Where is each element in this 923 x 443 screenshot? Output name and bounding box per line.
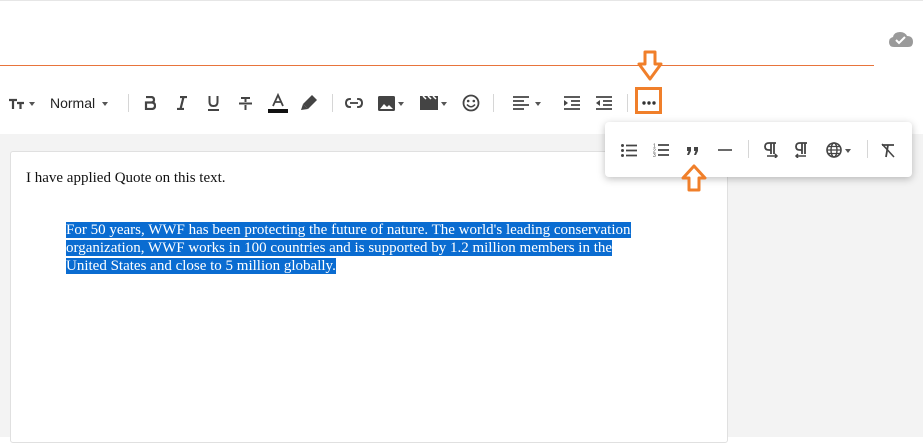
highlight-button[interactable] [300, 92, 318, 114]
outdent-icon [596, 96, 612, 110]
ltr-button[interactable] [763, 140, 779, 160]
underline-button[interactable] [207, 92, 220, 114]
blockquote[interactable]: For 50 years, WWF has been protecting th… [66, 221, 686, 275]
paragraph-text[interactable]: I have applied Quote on this text. [26, 170, 226, 187]
title-underline [0, 65, 874, 66]
svg-text:3: 3 [653, 153, 656, 157]
toolbar-separator [128, 94, 129, 112]
video-icon [420, 96, 438, 110]
chevron-down-icon [845, 149, 851, 153]
quote-icon [687, 147, 698, 155]
indent-button[interactable] [564, 92, 580, 114]
strikethrough-icon [239, 96, 252, 110]
italic-button[interactable] [176, 92, 188, 114]
editor-toolbar: Normal [0, 82, 923, 124]
top-border [0, 0, 923, 1]
numbered-list-button[interactable]: 1 2 3 [653, 140, 669, 160]
globe-icon [826, 142, 842, 158]
emoji-icon [462, 94, 480, 112]
link-icon [345, 98, 363, 108]
toolbar-separator [627, 94, 628, 112]
horizontal-line-button[interactable] [718, 140, 732, 160]
quote-button[interactable] [686, 140, 700, 160]
align-button[interactable] [513, 92, 541, 114]
horizontal-line-icon [718, 149, 732, 151]
rtl-button[interactable] [794, 140, 810, 160]
outdent-button[interactable] [596, 92, 612, 114]
video-button[interactable] [420, 92, 447, 114]
text-size-icon [9, 98, 24, 109]
toolbar-separator [332, 94, 333, 112]
quote-line: organization, WWF works in 100 countries… [66, 240, 613, 256]
paragraph-rtl-icon [794, 142, 807, 158]
bulleted-list-icon [621, 143, 637, 157]
underline-icon [208, 96, 219, 111]
title-area [0, 0, 923, 66]
language-button[interactable] [826, 140, 851, 160]
chevron-down-icon [398, 102, 404, 106]
link-button[interactable] [345, 92, 363, 114]
chevron-down-icon [441, 102, 447, 106]
more-button-highlight [635, 87, 662, 114]
quote-line: United States and close to 5 million glo… [66, 258, 336, 274]
bold-button[interactable] [144, 92, 156, 114]
arrow-up-icon [681, 164, 707, 192]
chevron-down-icon [102, 102, 109, 106]
paragraph-style-label: Normal [50, 95, 96, 111]
clear-formatting-button[interactable] [880, 140, 896, 160]
clear-formatting-icon [881, 142, 895, 158]
font-color-button[interactable] [268, 92, 288, 114]
bulleted-list-button[interactable] [621, 140, 637, 160]
paragraph-ltr-icon [764, 142, 779, 158]
arrow-down-icon [637, 50, 663, 81]
bold-icon [144, 96, 156, 110]
more-toolbar-popup: 1 2 3 [605, 122, 912, 177]
chevron-down-icon [29, 102, 35, 106]
indent-icon [564, 96, 580, 110]
text-size-button[interactable] [8, 92, 35, 114]
chevron-down-icon [535, 102, 541, 106]
toolbar-separator [493, 94, 494, 112]
image-icon [378, 95, 395, 111]
emoji-button[interactable] [462, 92, 480, 114]
cloud-saved-icon [889, 32, 913, 47]
toolbar-separator [748, 140, 749, 158]
strikethrough-button[interactable] [238, 92, 253, 114]
toolbar-separator [867, 140, 868, 158]
quote-line: For 50 years, WWF has been protecting th… [66, 222, 631, 238]
paragraph-style-dropdown[interactable]: Normal [50, 92, 109, 114]
image-button[interactable] [378, 92, 404, 114]
document-page[interactable] [10, 151, 728, 443]
highlighter-icon [301, 95, 317, 110]
italic-icon [177, 96, 187, 110]
font-color-icon [268, 93, 288, 113]
align-left-icon [513, 96, 529, 110]
numbered-list-icon: 1 2 3 [653, 144, 669, 157]
